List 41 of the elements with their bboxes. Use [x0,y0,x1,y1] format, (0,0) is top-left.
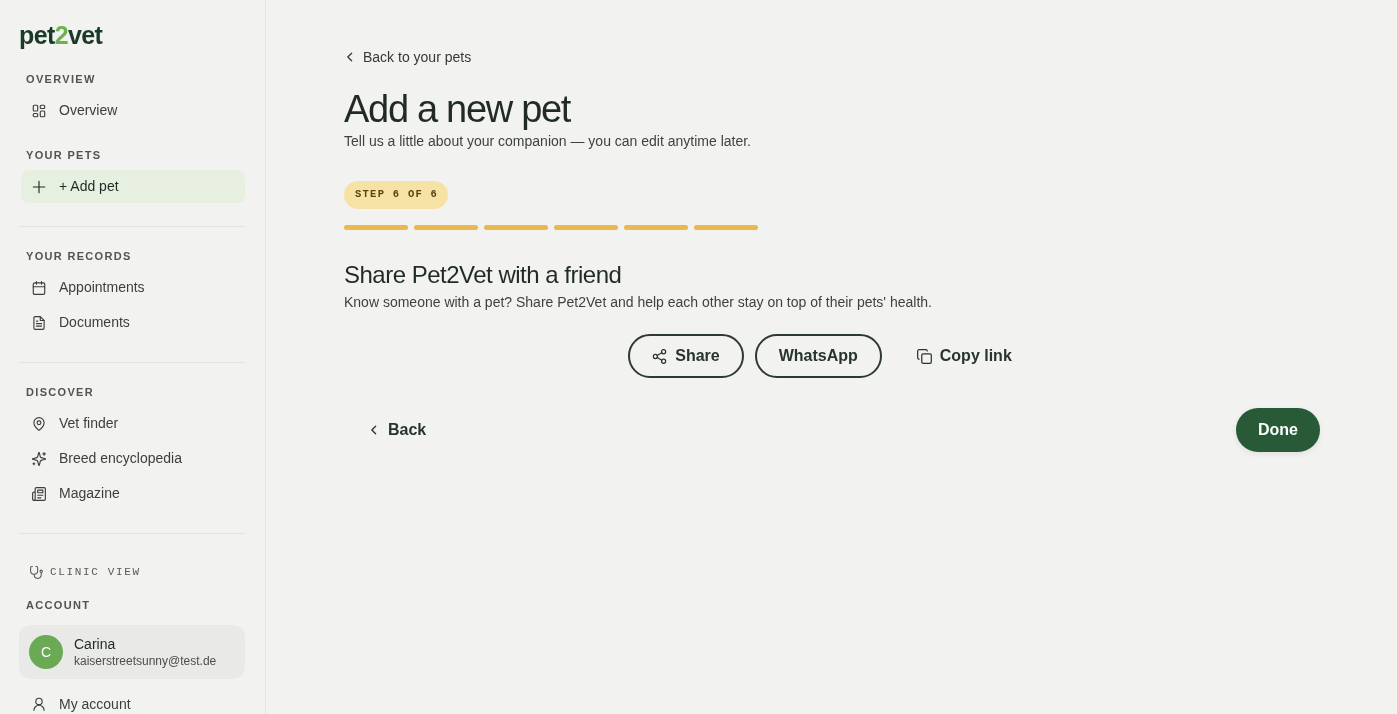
share-button[interactable]: Share [628,334,744,378]
copy-icon [916,348,932,364]
section-heading: OVERVIEW [25,72,96,86]
section-heading: YOUR RECORDS [25,249,132,263]
avatar: C [29,635,63,669]
back-button[interactable]: Back [344,408,451,452]
section-heading: YOUR PETS [25,148,102,162]
grid-icon [32,103,46,118]
map-pin-icon [32,416,46,431]
clinic-view-link[interactable]: CLINIC VIEW [19,564,141,580]
user-email: kaiserstreetsunny@test.de [74,653,217,669]
user-name: Carina [74,635,116,653]
plus-icon [32,179,46,194]
logo[interactable]: pet2vet [19,22,103,48]
back-link[interactable]: Back to your pets [344,48,472,66]
nav-item[interactable]: My account [21,694,245,714]
section-title: Share Pet2Vet with a friend [344,260,623,290]
stethoscope-icon [30,565,43,579]
account-card[interactable]: C Carina kaiserstreetsunny@test.de [19,625,245,679]
user-icon [32,697,46,711]
section-heading: ACCOUNT [25,598,91,612]
share-icon [652,348,668,364]
document-icon [32,315,46,330]
page-subtitle: Tell us a little about your companion — you can edit anytime later. [344,132,752,151]
section-heading: DISCOVER [25,385,94,399]
whatsapp-button[interactable]: WhatsApp [754,334,882,378]
page-title: Add a new pet [344,87,572,131]
section-description: Know someone with a pet? Share Pet2Vet and help each other stay on top of their pets' health. [344,293,933,312]
calendar-icon [32,280,46,295]
nav-item[interactable]: Breed encyclopedia [21,442,245,475]
nav-item[interactable]: Overview [21,94,245,127]
nav-item[interactable]: Vet finder [21,407,245,440]
sparkle-icon [32,451,46,466]
newspaper-icon [32,486,46,501]
nav-item[interactable]: Appointments [21,271,245,304]
nav-item[interactable]: Magazine [21,477,245,510]
step-badge: STEP 6 OF 6 [344,181,449,209]
nav-item[interactable]: + Add pet [21,170,245,203]
copy-link-button[interactable]: Copy link [892,334,1036,378]
done-button[interactable]: Done [1236,408,1320,452]
nav-item[interactable]: Documents [21,306,245,339]
